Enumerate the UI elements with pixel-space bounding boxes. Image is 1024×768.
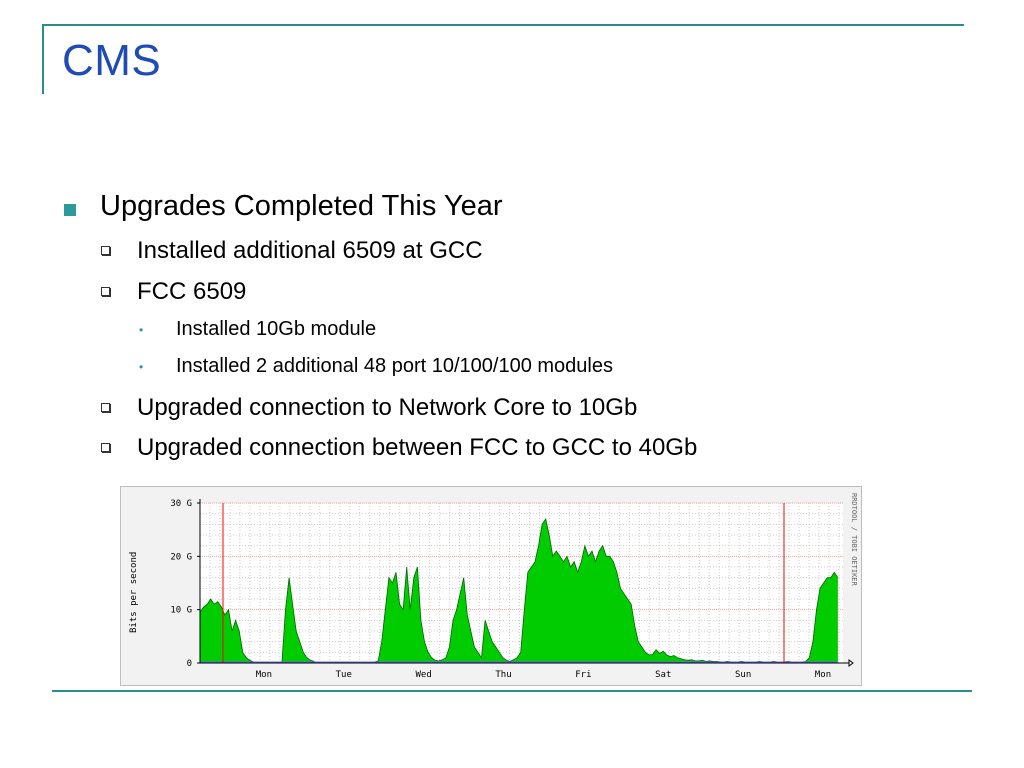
y-axis-label: Bits per second: [129, 552, 139, 633]
footer-rule: [52, 690, 972, 692]
title-frame-left: [42, 24, 44, 94]
bullet-fcc-gcc-40gb: Upgraded connection between FCC to GCC t…: [137, 434, 698, 461]
slide-title: CMS: [62, 36, 162, 85]
bullet-10gb-module: Installed 10Gb module: [176, 318, 377, 340]
square-bullet-icon: [64, 204, 76, 216]
checkbox-bullet-icon: [101, 287, 110, 296]
bullet-upgrades: Upgrades Completed This Year: [100, 190, 503, 222]
x-tick-label: Tue: [336, 670, 352, 680]
traffic-graph: 30 G 20 G 10 G 0 Mon Tue Wed Thu Fri Sat Sun Mon Bi…: [120, 486, 862, 686]
x-axis-arrow-icon: [848, 659, 854, 667]
title-frame-top: [44, 24, 964, 26]
x-tick-label: Mon: [256, 670, 272, 680]
bullet-fcc-6509: FCC 6509: [137, 278, 247, 305]
x-tick-label: Mon: [815, 670, 831, 680]
x-tick-label: Fri: [575, 670, 591, 680]
traffic-graph-svg: 30 G 20 G 10 G 0 Mon Tue Wed Thu Fri Sat Sun Mon Bi…: [129, 493, 858, 680]
y-tick-label: 10 G: [170, 606, 192, 616]
bullet-48port-modules: Installed 2 additional 48 port 10/100/10…: [176, 355, 613, 377]
x-tick-label: Thu: [495, 670, 511, 680]
y-tick-label: 0: [187, 659, 192, 669]
x-tick-label: Sat: [655, 670, 671, 680]
y-tick-label: 30 G: [170, 499, 192, 509]
dot-bullet-icon: •: [139, 323, 144, 337]
rrdtool-label: RRDTOOL / TOBI OETIKER: [850, 493, 858, 587]
y-tick-label: 20 G: [170, 552, 192, 562]
x-tick-label: Wed: [416, 670, 432, 680]
checkbox-bullet-icon: [101, 403, 110, 412]
checkbox-bullet-icon: [101, 246, 110, 255]
checkbox-bullet-icon: [101, 443, 110, 452]
dot-bullet-icon: •: [139, 360, 144, 374]
x-tick-label: Sun: [735, 670, 751, 680]
bullet-gcc-6509: Installed additional 6509 at GCC: [137, 237, 483, 264]
bullet-network-core: Upgraded connection to Network Core to 1…: [137, 394, 638, 421]
